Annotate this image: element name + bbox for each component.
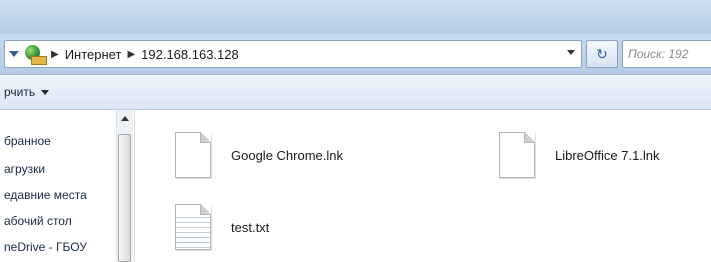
file-name: Google Chrome.lnk <box>231 147 343 163</box>
file-item-libreoffice[interactable]: LibreOffice 7.1.lnk <box>499 132 660 178</box>
breadcrumb-internet[interactable]: Интернет <box>65 47 122 62</box>
nav-item-recent-places[interactable]: едавние места <box>4 188 87 202</box>
file-list: Google Chrome.lnk LibreOffice 7.1.lnk te… <box>135 110 711 262</box>
nav-item-desktop[interactable]: абочий стол <box>4 214 72 228</box>
breadcrumb-separator-icon[interactable]: ▶ <box>127 49 135 60</box>
shortcut-file-icon <box>175 132 211 178</box>
file-item-google-chrome[interactable]: Google Chrome.lnk <box>175 132 343 178</box>
chevron-down-icon <box>41 89 50 95</box>
file-name: LibreOffice 7.1.lnk <box>555 147 660 163</box>
scroll-up-icon[interactable] <box>121 116 129 121</box>
scrollbar-thumb[interactable] <box>118 134 131 262</box>
file-name: test.txt <box>231 219 270 235</box>
nav-scrollbar[interactable] <box>116 110 133 262</box>
file-item-test-txt[interactable]: test.txt <box>175 204 269 250</box>
breadcrumb-ip-address[interactable]: 192.168.163.128 <box>141 47 239 62</box>
text-file-icon <box>175 204 211 250</box>
history-dropdown-icon[interactable] <box>9 51 19 57</box>
address-field[interactable]: ▶ Интернет ▶ 192.168.163.128 <box>4 40 582 68</box>
search-input[interactable]: Поиск: 192 <box>622 40 711 68</box>
address-dropdown-icon[interactable] <box>567 50 575 55</box>
organize-button[interactable]: рчить <box>4 85 50 99</box>
organize-label: рчить <box>4 85 36 99</box>
navigation-pane: бранное агрузки едавние места абочий сто… <box>0 110 135 262</box>
network-location-icon <box>23 44 47 65</box>
command-bar: рчить <box>0 75 711 110</box>
nav-item-onedrive[interactable]: neDrive - ГБОУ <box>4 240 87 254</box>
shortcut-file-icon <box>499 132 535 178</box>
window-title-bar <box>0 0 711 34</box>
breadcrumb-separator-icon[interactable]: ▶ <box>51 49 59 60</box>
nav-item-favorites[interactable]: бранное <box>4 134 51 148</box>
nav-item-downloads[interactable]: агрузки <box>4 162 45 176</box>
refresh-button[interactable]: ↻ <box>586 40 618 68</box>
address-toolbar: ▶ Интернет ▶ 192.168.163.128 ↻ Поиск: 19… <box>0 34 711 75</box>
